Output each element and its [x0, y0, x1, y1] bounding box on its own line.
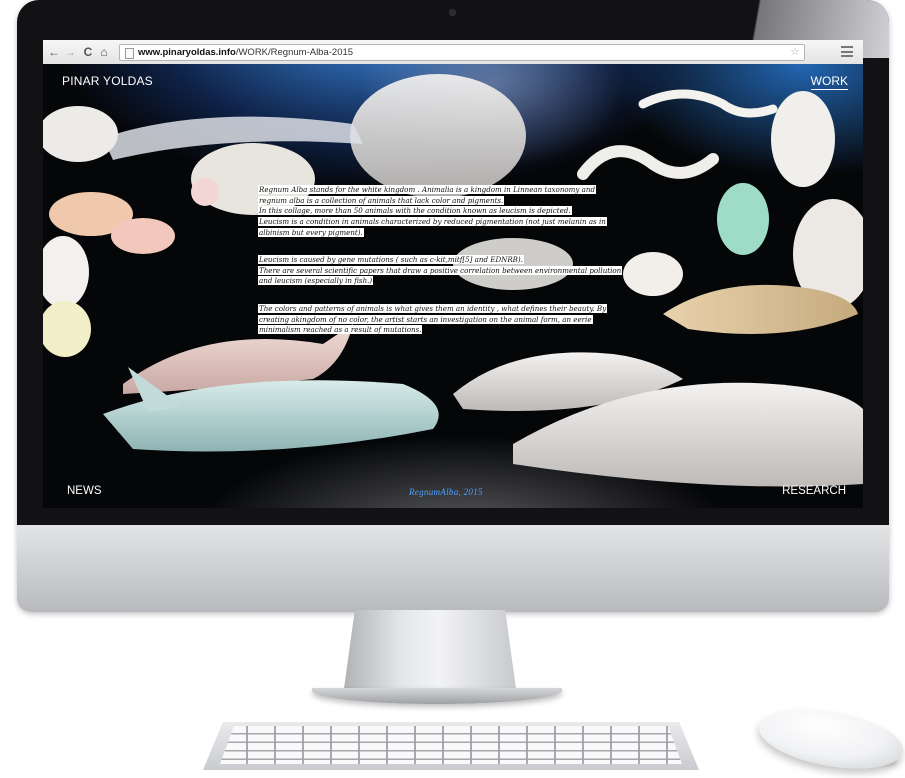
nav-news[interactable]: NEWS	[67, 485, 102, 497]
paragraph-1: Regnum Alba stands for the white kingdom…	[258, 185, 648, 239]
keyboard-keys	[220, 726, 682, 764]
text-line: and leucism (especially in fish.)	[258, 276, 374, 286]
snake-2	[638, 89, 778, 118]
text-line: regnum alba is a collection of animals t…	[258, 195, 505, 205]
text-line: Regnum Alba stands for the white kingdom…	[258, 185, 596, 194]
nav-research[interactable]: RESEARCH	[782, 485, 846, 497]
artwork-caption: RegnumAlba, 2015	[409, 487, 483, 497]
text-line: Leucism is a condition in animals charac…	[258, 217, 607, 227]
text-line: albinism but every pigment).	[258, 227, 364, 237]
owl	[771, 91, 835, 187]
site-title[interactable]: PINAR YOLDAS	[62, 74, 153, 88]
back-arrow-icon[interactable]: ←	[47, 44, 61, 60]
bookmark-star-icon[interactable]: ☆	[790, 45, 800, 60]
possum	[43, 106, 118, 162]
monitor-chin	[17, 525, 889, 612]
monitor-bezel: ← → C ⌂ www.pinaryoldas.info/WORK/Regnum…	[17, 0, 889, 525]
web-page: PINAR YOLDAS WORK Regnum Alba stands for…	[43, 64, 863, 508]
reload-icon[interactable]: C	[81, 44, 95, 60]
axolotl	[111, 218, 175, 254]
url-host: www.pinaryoldas.info	[138, 47, 236, 58]
toad	[43, 301, 91, 357]
snake-1	[577, 145, 719, 180]
text-line: creating akingdom of no color, the artis…	[258, 314, 593, 324]
forward-arrow-icon[interactable]: →	[63, 44, 77, 60]
green-snake-coil	[717, 183, 769, 255]
screen: ← → C ⌂ www.pinaryoldas.info/WORK/Regnum…	[43, 40, 863, 508]
home-icon[interactable]: ⌂	[97, 44, 111, 60]
monitor: ← → C ⌂ www.pinaryoldas.info/WORK/Regnum…	[17, 0, 889, 612]
url-text: www.pinaryoldas.info/WORK/Regnum-Alba-20…	[138, 45, 353, 60]
bird	[43, 236, 89, 308]
text-line: The colors and patterns of animals is wh…	[258, 304, 608, 313]
lizard-body	[350, 74, 526, 198]
monitor-stand-foot	[312, 688, 562, 704]
camera	[450, 10, 455, 15]
hedgehog-face	[191, 178, 219, 206]
text-line: In this collage, more than 50 animals wi…	[258, 206, 572, 216]
browser-toolbar: ← → C ⌂ www.pinaryoldas.info/WORK/Regnum…	[43, 40, 863, 65]
text-line: There are several scientific papers that…	[258, 265, 623, 275]
url-path: /WORK/Regnum-Alba-2015	[235, 47, 354, 58]
paragraph-3: The colors and patterns of animals is wh…	[258, 304, 648, 336]
menu-icon[interactable]	[841, 46, 853, 57]
page-icon	[125, 48, 134, 59]
nav-work[interactable]: WORK	[810, 74, 848, 90]
text-line: minimalism reached as a result of mutati…	[258, 325, 423, 335]
paragraph-2: Leucism is caused by gene mutations ( su…	[258, 255, 648, 287]
address-bar[interactable]: www.pinaryoldas.info/WORK/Regnum-Alba-20…	[119, 44, 805, 61]
monitor-stand-neck	[343, 610, 517, 692]
mouse	[754, 699, 905, 778]
text-line: Leucism is caused by gene mutations ( su…	[258, 255, 524, 264]
